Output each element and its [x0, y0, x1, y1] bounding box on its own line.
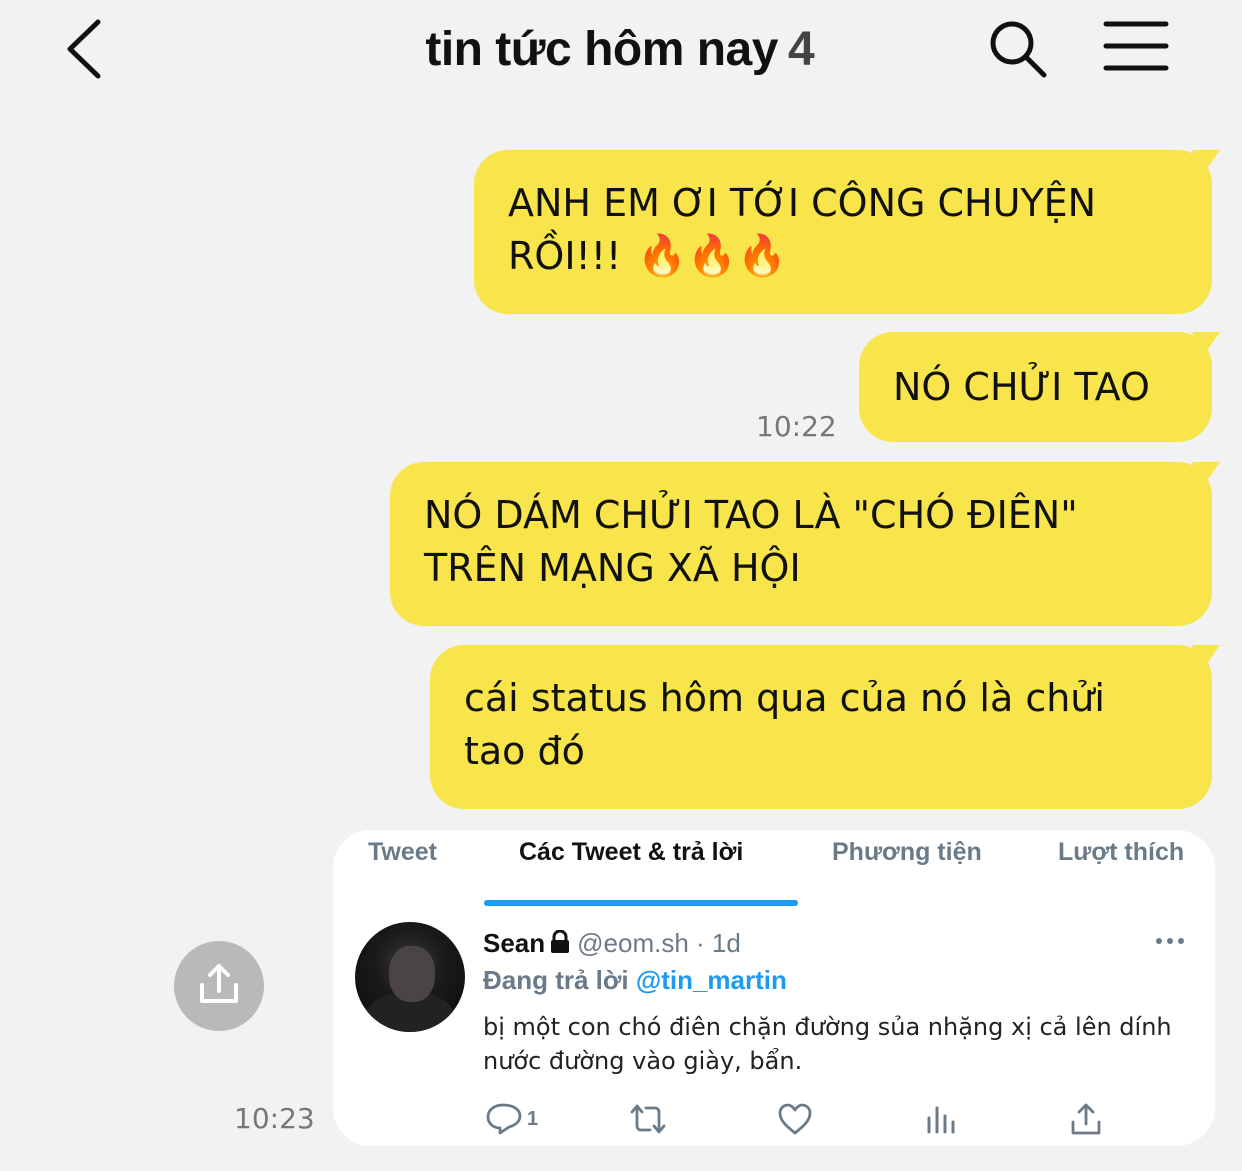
tweet-screenshot-image[interactable]: Tweet Các Tweet & trả lời Phương tiện Lư…	[333, 830, 1215, 1146]
message-bubble[interactable]: NÓ DÁM CHỬI TAO LÀ "CHÓ ĐIÊN" TRÊN MẠNG …	[390, 462, 1212, 626]
message-line: TRÊN MẠNG XÃ HỘI	[424, 546, 801, 590]
message-line-text: RỒI!!!	[508, 234, 622, 278]
search-icon	[990, 21, 1047, 78]
message-bubble[interactable]: ANH EM ƠI TỚI CÔNG CHUYỆN RỒI!!! 🔥🔥🔥	[474, 150, 1212, 314]
avatar	[355, 922, 465, 1032]
tweet-author-row: Sean @eom.sh · 1d	[483, 928, 741, 959]
chevron-left-icon	[67, 19, 101, 79]
hamburger-menu-icon	[1103, 21, 1169, 71]
tab-tweets-and-replies: Các Tweet & trả lời	[519, 838, 744, 866]
message-line: RỒI!!! 🔥🔥🔥	[508, 230, 1180, 283]
upload-icon	[1071, 1103, 1101, 1135]
tab-media: Phương tiện	[832, 838, 982, 866]
retweet-action	[628, 1102, 668, 1136]
chat-title-text: tin tức hôm nay	[425, 23, 778, 76]
replying-prefix: Đang trả lời	[483, 965, 629, 995]
message-line: cái status hôm qua của nó là chửi	[464, 676, 1105, 720]
bar-chart-icon	[927, 1106, 955, 1134]
chat-header: tin tức hôm nay 4	[0, 0, 1242, 110]
share-button[interactable]	[174, 941, 264, 1031]
message-timestamp: 10:23	[234, 1102, 315, 1135]
mention-link: @tin_martin	[635, 965, 787, 995]
message-line: tao đó	[464, 729, 585, 773]
tab-likes: Lượt thích	[1058, 838, 1185, 866]
active-tab-indicator	[484, 900, 798, 906]
retweet-icon	[630, 1104, 666, 1134]
message-line: ANH EM ƠI TỚI CÔNG CHUYỆN	[508, 181, 1097, 225]
tweet-handle: @eom.sh · 1d	[577, 928, 741, 958]
lock-icon	[551, 930, 570, 953]
reply-count: 1	[527, 1108, 539, 1130]
message-line: NÓ CHỬI TAO	[893, 365, 1150, 409]
tweet-share-action	[1069, 1102, 1103, 1136]
member-count: 4	[787, 23, 815, 76]
chat-title: tin tức hôm nay 4	[300, 14, 940, 86]
tab-tweet: Tweet	[368, 838, 437, 866]
menu-button[interactable]	[1100, 18, 1172, 74]
search-button[interactable]	[984, 16, 1050, 82]
share-icon	[200, 964, 238, 1003]
message-bubble[interactable]: NÓ CHỬI TAO	[859, 332, 1212, 442]
back-button[interactable]	[58, 14, 118, 84]
tweet-author-name: Sean	[483, 928, 546, 958]
fire-emoji: 🔥🔥🔥	[637, 233, 787, 279]
stats-action	[925, 1102, 957, 1136]
like-action	[777, 1102, 813, 1136]
reply-action: 1	[485, 1102, 538, 1136]
message-line: NÓ DÁM CHỬI TAO LÀ "CHÓ ĐIÊN"	[424, 493, 1078, 537]
avatar-face-shape	[389, 946, 435, 1002]
message-bubble[interactable]: cái status hôm qua của nó là chửi tao đó	[430, 645, 1212, 809]
replying-to: Đang trả lời @tin_martin	[483, 965, 787, 996]
heart-icon	[778, 1103, 812, 1135]
more-icon	[1156, 938, 1184, 944]
reply-icon	[486, 1103, 522, 1135]
tweet-text: bị một con chó điên chặn đường sủa nhặng…	[483, 1013, 1172, 1075]
message-timestamp: 10:22	[756, 410, 837, 443]
